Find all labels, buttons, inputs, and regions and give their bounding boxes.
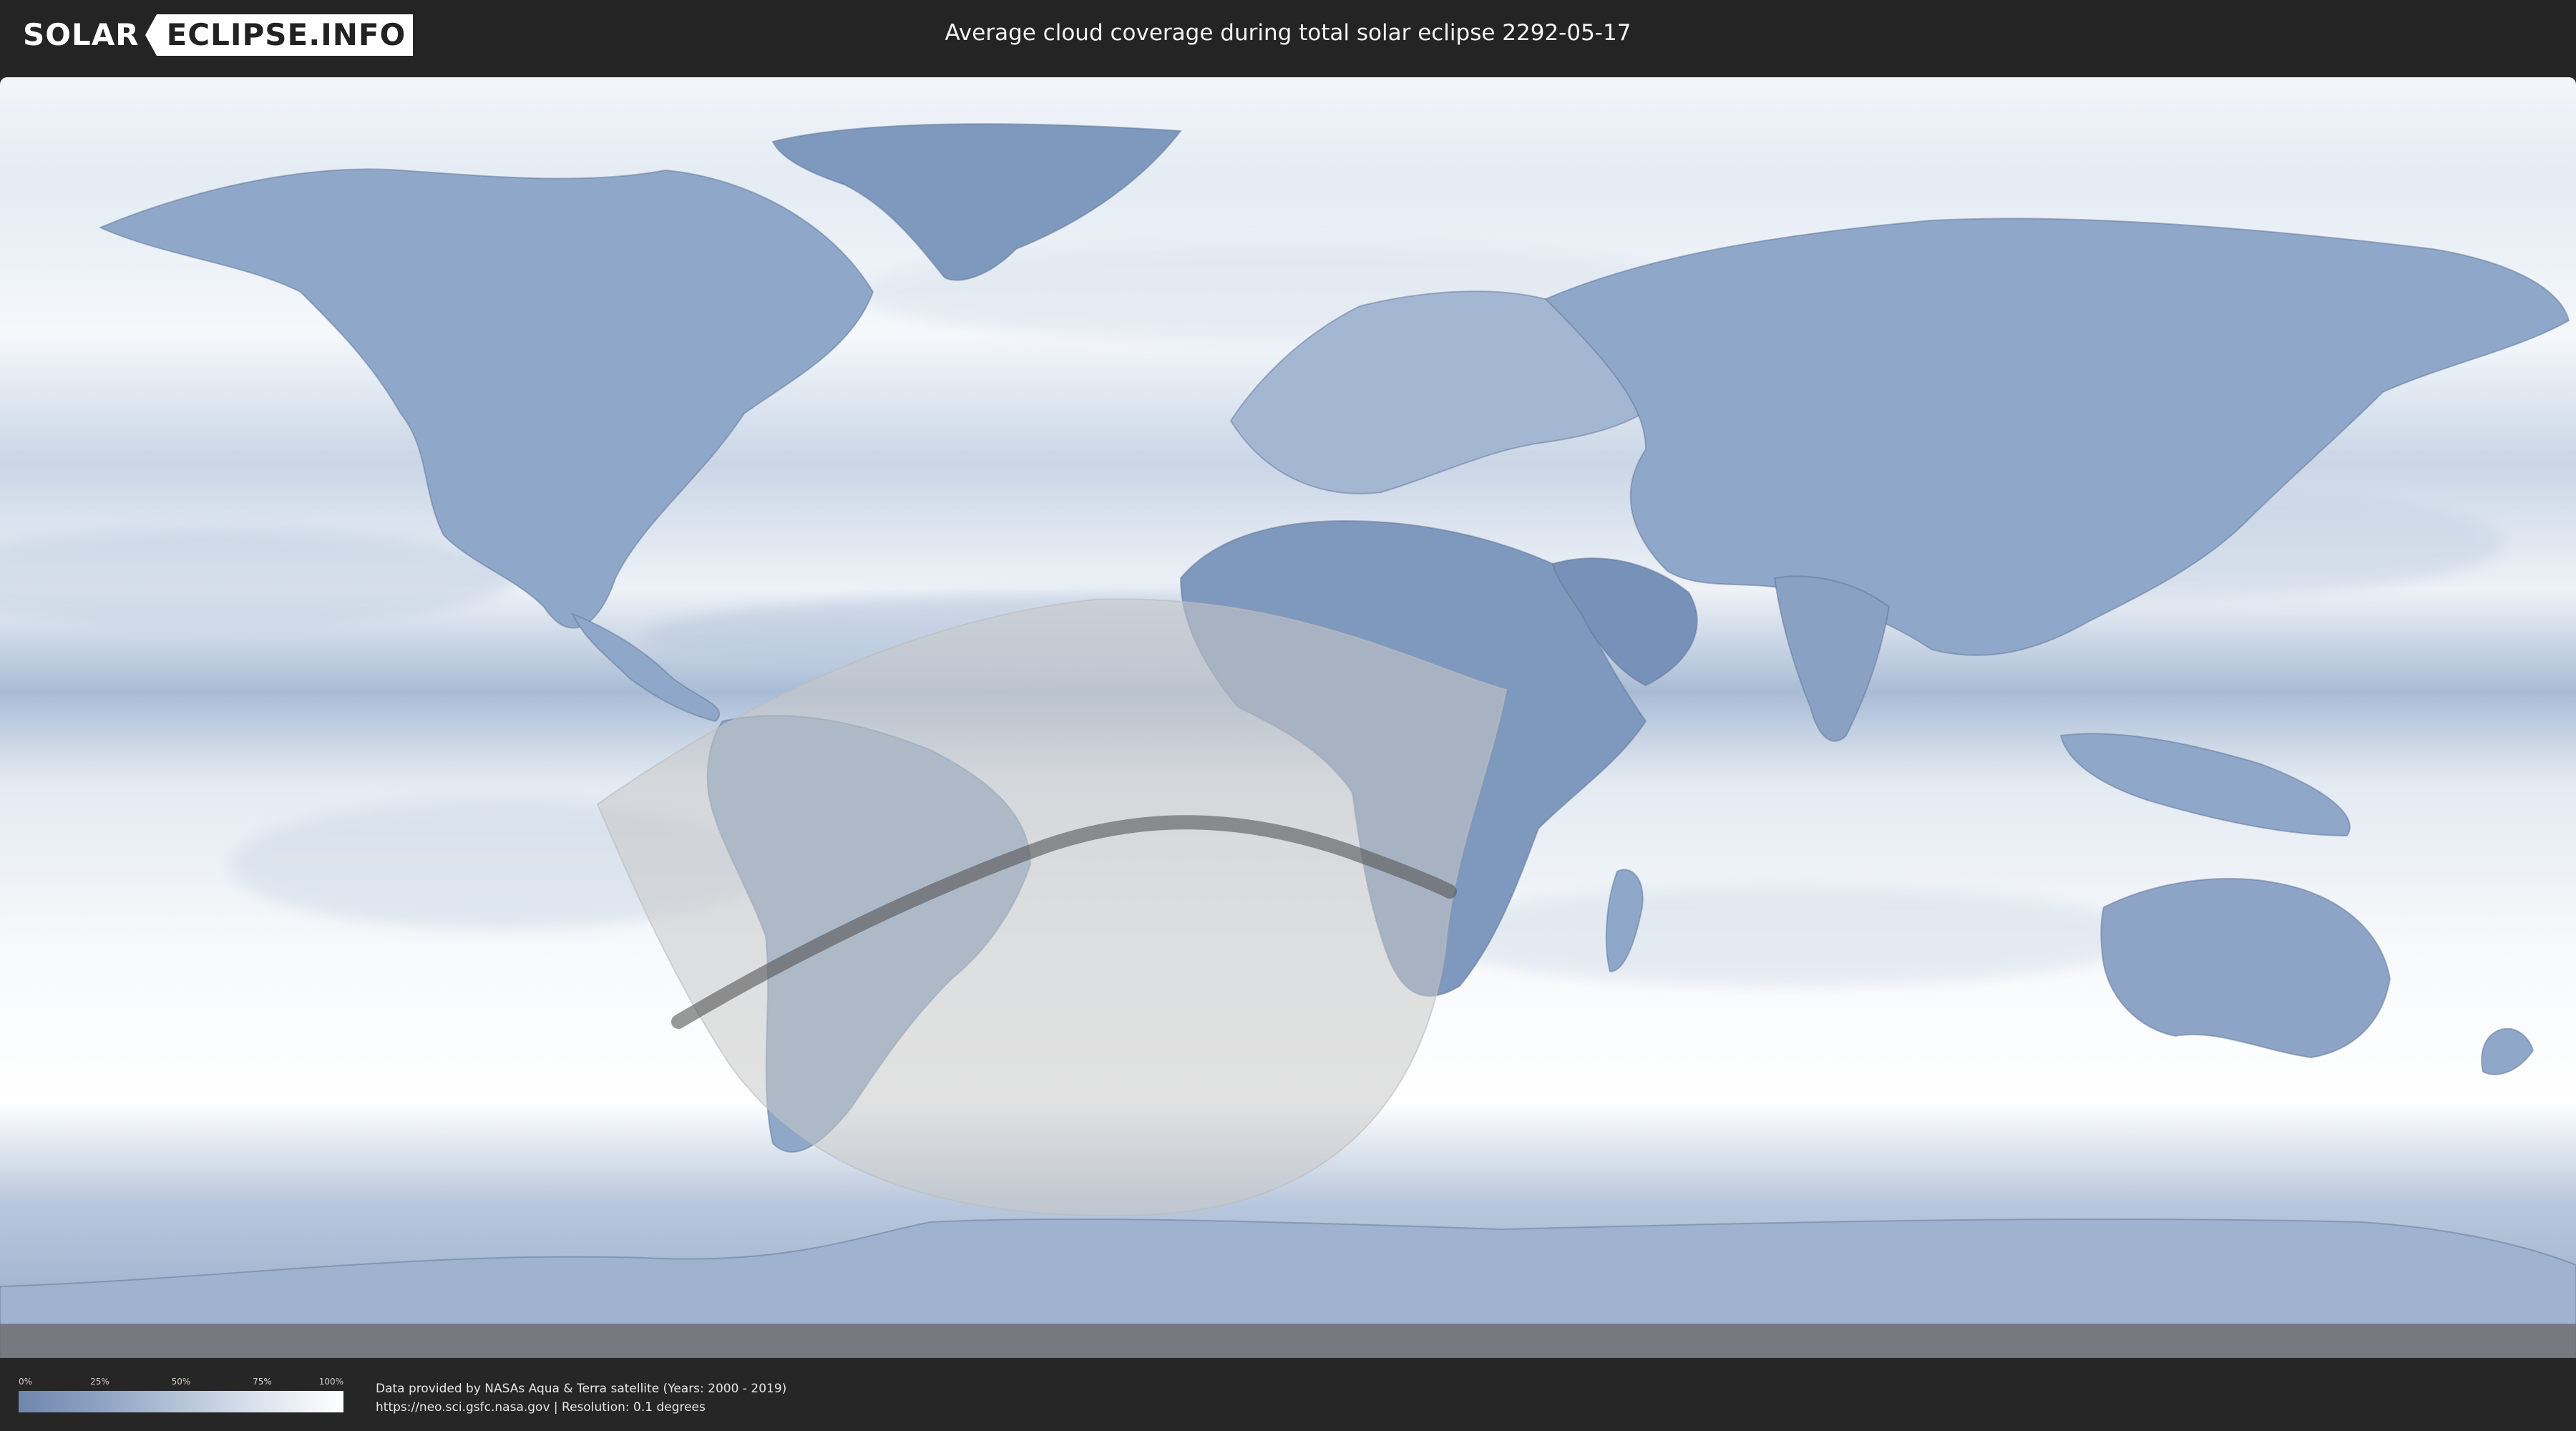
cloud-coverage-map[interactable]: [0, 77, 2576, 1358]
legend-tick-0: 0%: [19, 1377, 33, 1387]
credit-line-url[interactable]: https://neo.sci.gsfc.nasa.gov | Resoluti…: [376, 1398, 786, 1417]
legend-ticks: 0% 25% 50% 75% 100%: [19, 1377, 343, 1388]
map-bottom-edge: [0, 1324, 2576, 1358]
legend-tick-25: 25%: [90, 1377, 109, 1387]
data-credits: Data provided by NASAs Aqua & Terra sate…: [376, 1379, 786, 1417]
world-map-svg: [0, 77, 2576, 1358]
page-title: Average cloud coverage during total sola…: [945, 20, 1631, 46]
legend-tick-50: 50%: [171, 1377, 191, 1387]
legend-tick-75: 75%: [253, 1377, 272, 1387]
cloud-coverage-legend: 0% 25% 50% 75% 100%: [19, 1377, 343, 1412]
legend-tick-100: 100%: [318, 1377, 343, 1387]
header-bar: SOLAR ECLIPSE.INFO Average cloud coverag…: [0, 0, 2576, 72]
credit-line-source: Data provided by NASAs Aqua & Terra sate…: [376, 1382, 787, 1396]
legend-color-bar: [19, 1391, 343, 1412]
